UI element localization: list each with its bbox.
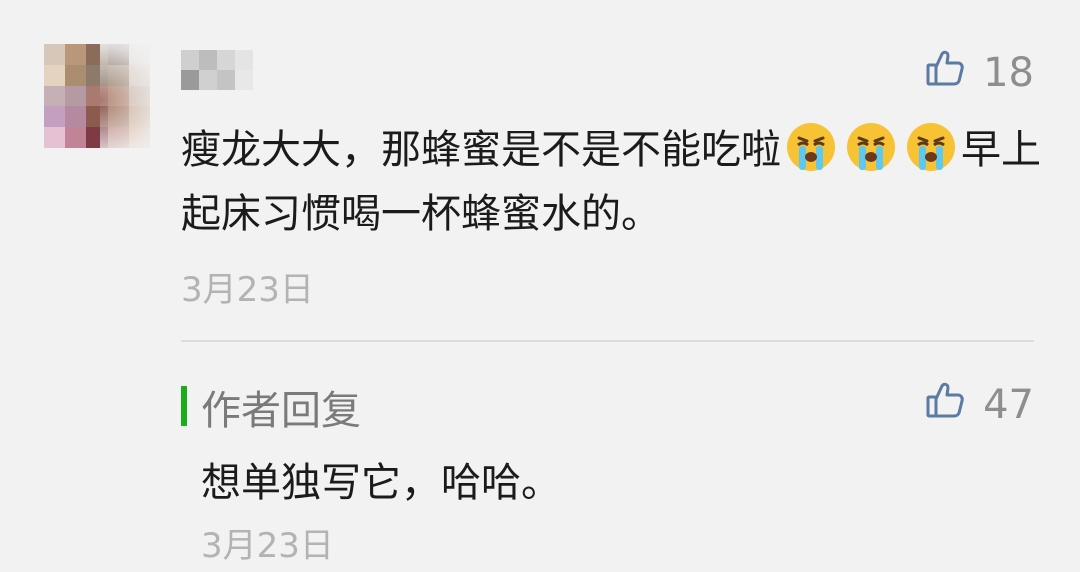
reply-like-count: 47	[983, 382, 1034, 428]
comment-date: 3月23日	[181, 270, 314, 310]
divider	[181, 340, 1034, 342]
crying-face-icon	[845, 121, 897, 173]
username-blurred[interactable]	[181, 50, 253, 90]
avatar[interactable]	[44, 44, 150, 148]
reply-text: 想单独写它，哈哈。	[201, 460, 561, 506]
reply-date: 3月23日	[201, 526, 334, 566]
comment-text-line1: 瘦龙大大，那蜂蜜是不是不能吃啦	[181, 127, 781, 173]
crying-face-icon	[905, 121, 957, 173]
comment-like-count: 18	[983, 50, 1034, 96]
reply-like-button[interactable]: 47	[925, 380, 1034, 430]
thumbs-up-icon	[925, 48, 983, 98]
crying-face-icon	[785, 121, 837, 173]
comment-like-button[interactable]: 18	[925, 48, 1034, 98]
reply-accent-bar	[181, 386, 187, 426]
comment-text: 瘦龙大大，那蜂蜜是不是不能吃啦 早上起床习惯喝一杯蜂蜜水的。	[181, 118, 1041, 246]
author-reply-label: 作者回复	[201, 388, 361, 434]
thumbs-up-icon	[925, 380, 983, 430]
